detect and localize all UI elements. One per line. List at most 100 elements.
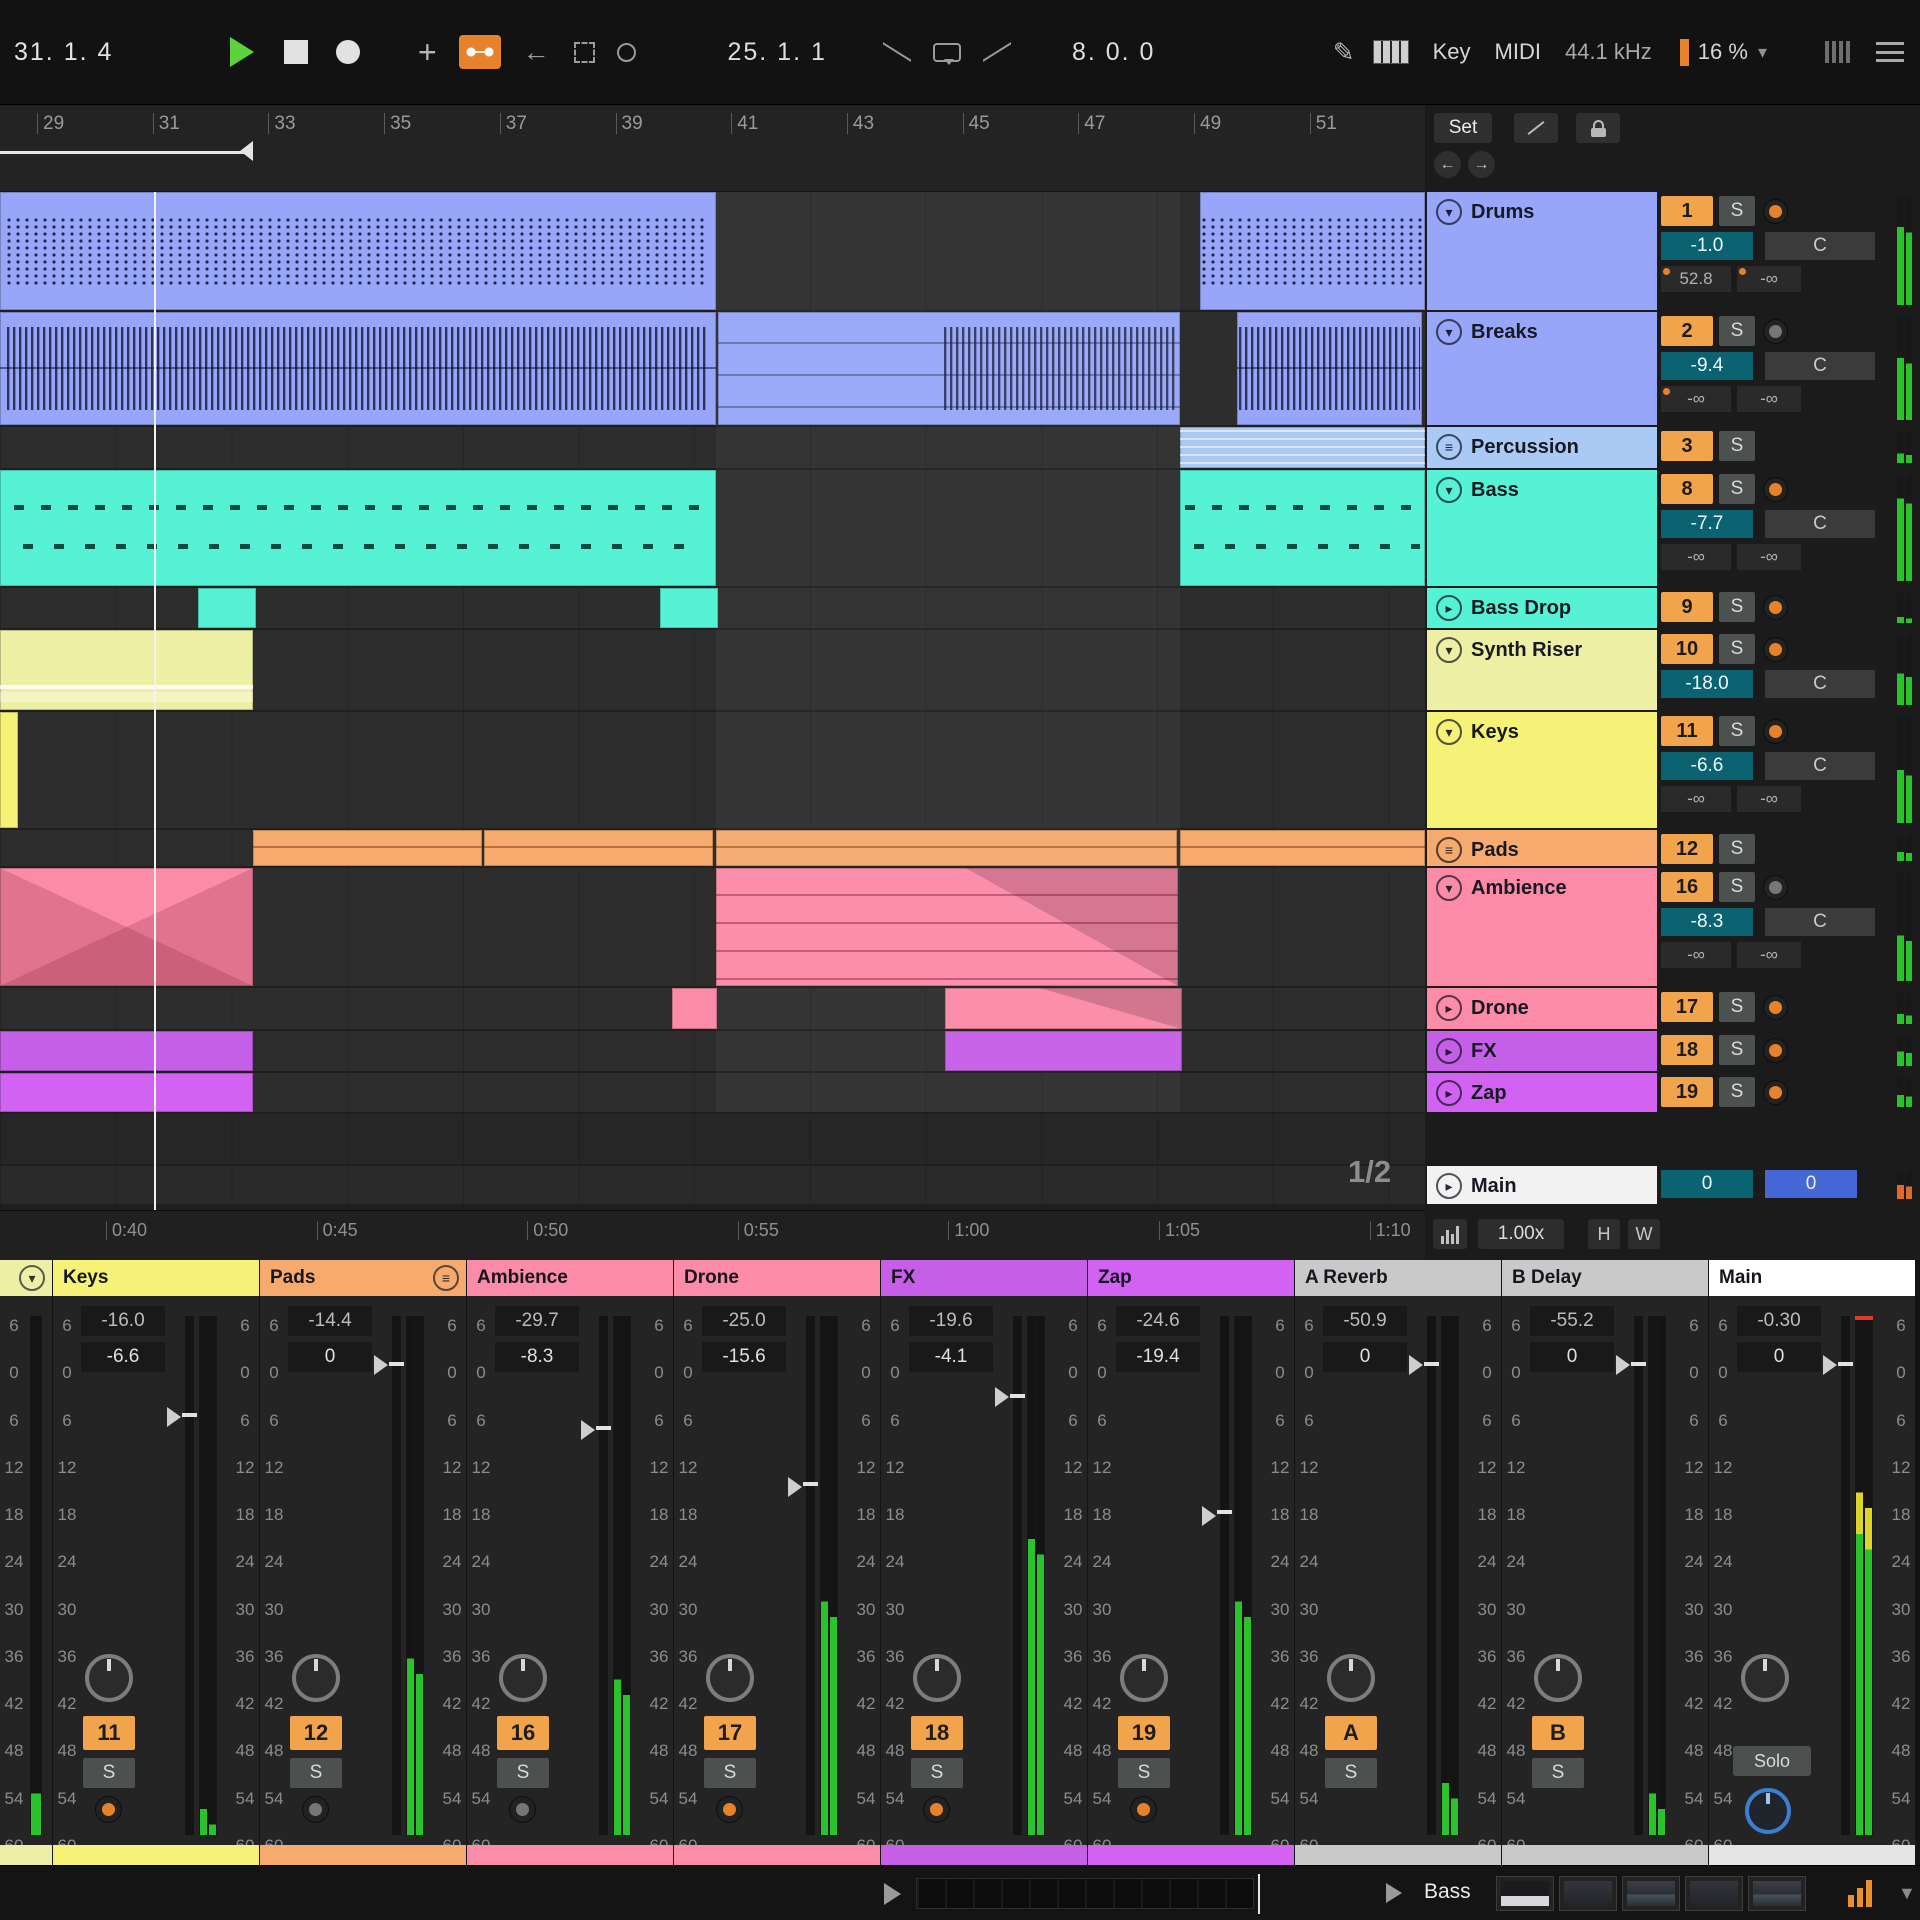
- mixer-strip-header[interactable]: Main: [1709, 1260, 1915, 1296]
- arm-button[interactable]: [1130, 1796, 1157, 1823]
- clip-percussion[interactable]: [1180, 427, 1425, 468]
- arm-button[interactable]: [1763, 477, 1788, 502]
- fader-marker[interactable]: [995, 1387, 1009, 1407]
- solo-button[interactable]: S: [83, 1758, 135, 1788]
- solo-button[interactable]: Solo: [1733, 1746, 1811, 1776]
- caret-down-icon[interactable]: ▼: [1898, 1883, 1916, 1904]
- send-b-value[interactable]: -∞: [1737, 942, 1801, 968]
- pan-display[interactable]: C: [1765, 352, 1875, 380]
- lane-ambience[interactable]: [0, 868, 1425, 986]
- volume-display[interactable]: -18.0: [1661, 670, 1753, 698]
- track-fold-icon[interactable]: ▾: [1436, 199, 1462, 225]
- send-b-value[interactable]: -∞: [1737, 266, 1801, 292]
- time-ruler[interactable]: 0:400:450:500:551:001:051:10: [0, 1210, 1425, 1260]
- clip-bass-drop[interactable]: [198, 588, 256, 628]
- track-header-main[interactable]: ▸Main: [1427, 1166, 1657, 1204]
- arm-button[interactable]: [1763, 995, 1788, 1020]
- track-number[interactable]: 18: [911, 1716, 963, 1750]
- clip-drums[interactable]: [0, 192, 716, 310]
- track-fold-icon[interactable]: ▾: [1436, 719, 1462, 745]
- solo-button[interactable]: S: [1325, 1758, 1377, 1788]
- lane-drone[interactable]: [0, 988, 1425, 1029]
- pan-knob[interactable]: [706, 1654, 754, 1702]
- solo-button[interactable]: S: [1719, 834, 1755, 864]
- track-header-pads[interactable]: ≡Pads: [1427, 830, 1657, 866]
- track-play-icon[interactable]: [1386, 1883, 1402, 1903]
- volume-display[interactable]: 0: [1737, 1342, 1821, 1372]
- track-menu-icon[interactable]: ≡: [1436, 434, 1462, 460]
- send-b-value[interactable]: -∞: [1737, 544, 1801, 570]
- cue-volume-display[interactable]: 0: [1765, 1170, 1857, 1198]
- solo-button[interactable]: S: [1719, 316, 1755, 346]
- fader-track[interactable]: [392, 1316, 401, 1835]
- lane-zap[interactable]: [0, 1073, 1425, 1112]
- arrangement-canvas[interactable]: 1/2: [0, 192, 1425, 1210]
- solo-button[interactable]: S: [911, 1758, 963, 1788]
- back-arrow-button[interactable]: ←: [1434, 151, 1461, 178]
- fader-handle[interactable]: [1010, 1394, 1025, 1398]
- playback-speed-display[interactable]: 1.00x: [1478, 1219, 1564, 1249]
- clip-keys[interactable]: [0, 712, 18, 828]
- caret-down-icon[interactable]: ▾: [1758, 42, 1767, 63]
- bar-ruler[interactable]: 293133353739414345474951: [0, 105, 1425, 192]
- lane-percussion[interactable]: [0, 427, 1425, 468]
- lane-fx[interactable]: [0, 1031, 1425, 1071]
- pencil-icon[interactable]: ✎: [1333, 37, 1355, 68]
- follow-icon[interactable]: [617, 43, 636, 62]
- volume-display[interactable]: -7.7: [1661, 510, 1753, 538]
- fader-handle[interactable]: [1838, 1362, 1853, 1366]
- clip-breaks[interactable]: [0, 312, 716, 425]
- menu-icon[interactable]: ≡: [433, 1265, 459, 1291]
- fold-icon[interactable]: ▾: [19, 1265, 45, 1291]
- track-number[interactable]: 18: [1661, 1035, 1713, 1065]
- mixer-strip-header[interactable]: A Reverb: [1295, 1260, 1501, 1296]
- pan-display[interactable]: C: [1765, 908, 1875, 936]
- pan-knob[interactable]: [499, 1654, 547, 1702]
- clip-fx[interactable]: [945, 1031, 1182, 1071]
- main-volume-display[interactable]: 0: [1661, 1170, 1753, 1198]
- hamburger-menu-icon[interactable]: [1876, 42, 1904, 62]
- fader-track[interactable]: [1013, 1316, 1022, 1835]
- add-icon[interactable]: +: [418, 37, 437, 67]
- volume-display[interactable]: -4.1: [909, 1342, 993, 1372]
- pan-knob[interactable]: [913, 1654, 961, 1702]
- track-number[interactable]: 17: [1661, 992, 1713, 1022]
- solo-button[interactable]: S: [704, 1758, 756, 1788]
- peak-level-display[interactable]: -14.4: [288, 1306, 372, 1336]
- volume-display[interactable]: -8.3: [1661, 908, 1753, 936]
- mixer-strip-header[interactable]: Pads≡: [260, 1260, 466, 1296]
- track-fold-icon[interactable]: ▾: [1436, 319, 1462, 345]
- pan-knob[interactable]: [1120, 1654, 1168, 1702]
- send-a-value[interactable]: -∞: [1661, 786, 1731, 812]
- track-number[interactable]: B: [1532, 1716, 1584, 1750]
- pan-knob[interactable]: [85, 1654, 133, 1702]
- fader-handle[interactable]: [389, 1362, 404, 1366]
- device-thumbnail[interactable]: [1685, 1876, 1743, 1911]
- follow-arrow-icon[interactable]: [1514, 113, 1558, 143]
- volume-display[interactable]: -19.4: [1116, 1342, 1200, 1372]
- clip-drone[interactable]: [672, 988, 717, 1029]
- mixer-strip-header[interactable]: B Delay: [1502, 1260, 1708, 1296]
- output-meter-icon[interactable]: [1848, 1879, 1872, 1907]
- loop-icon[interactable]: [933, 43, 961, 62]
- peak-level-display[interactable]: -50.9: [1323, 1306, 1407, 1336]
- lane-bass[interactable]: [0, 470, 1425, 586]
- fader-marker[interactable]: [1823, 1355, 1837, 1375]
- solo-button[interactable]: S: [1719, 196, 1755, 226]
- track-number[interactable]: 8: [1661, 474, 1713, 504]
- pan-display[interactable]: C: [1765, 232, 1875, 260]
- track-header-drums[interactable]: ▾Drums: [1427, 192, 1657, 310]
- loop-overview-strip[interactable]: [916, 1878, 1254, 1909]
- fader-track[interactable]: [1220, 1316, 1229, 1835]
- solo-button[interactable]: S: [1719, 1077, 1755, 1107]
- clip-synth-riser[interactable]: [0, 630, 253, 710]
- volume-display[interactable]: -6.6: [1661, 752, 1753, 780]
- device-thumbnail[interactable]: [1496, 1876, 1554, 1911]
- track-header-bass[interactable]: ▾Bass: [1427, 470, 1657, 586]
- pan-display[interactable]: C: [1765, 510, 1875, 538]
- volume-display[interactable]: -8.3: [495, 1342, 579, 1372]
- track-header-zap[interactable]: ▸Zap: [1427, 1073, 1657, 1112]
- fader-handle[interactable]: [1424, 1362, 1439, 1366]
- track-number[interactable]: 1: [1661, 196, 1713, 226]
- track-number[interactable]: 12: [1661, 834, 1713, 864]
